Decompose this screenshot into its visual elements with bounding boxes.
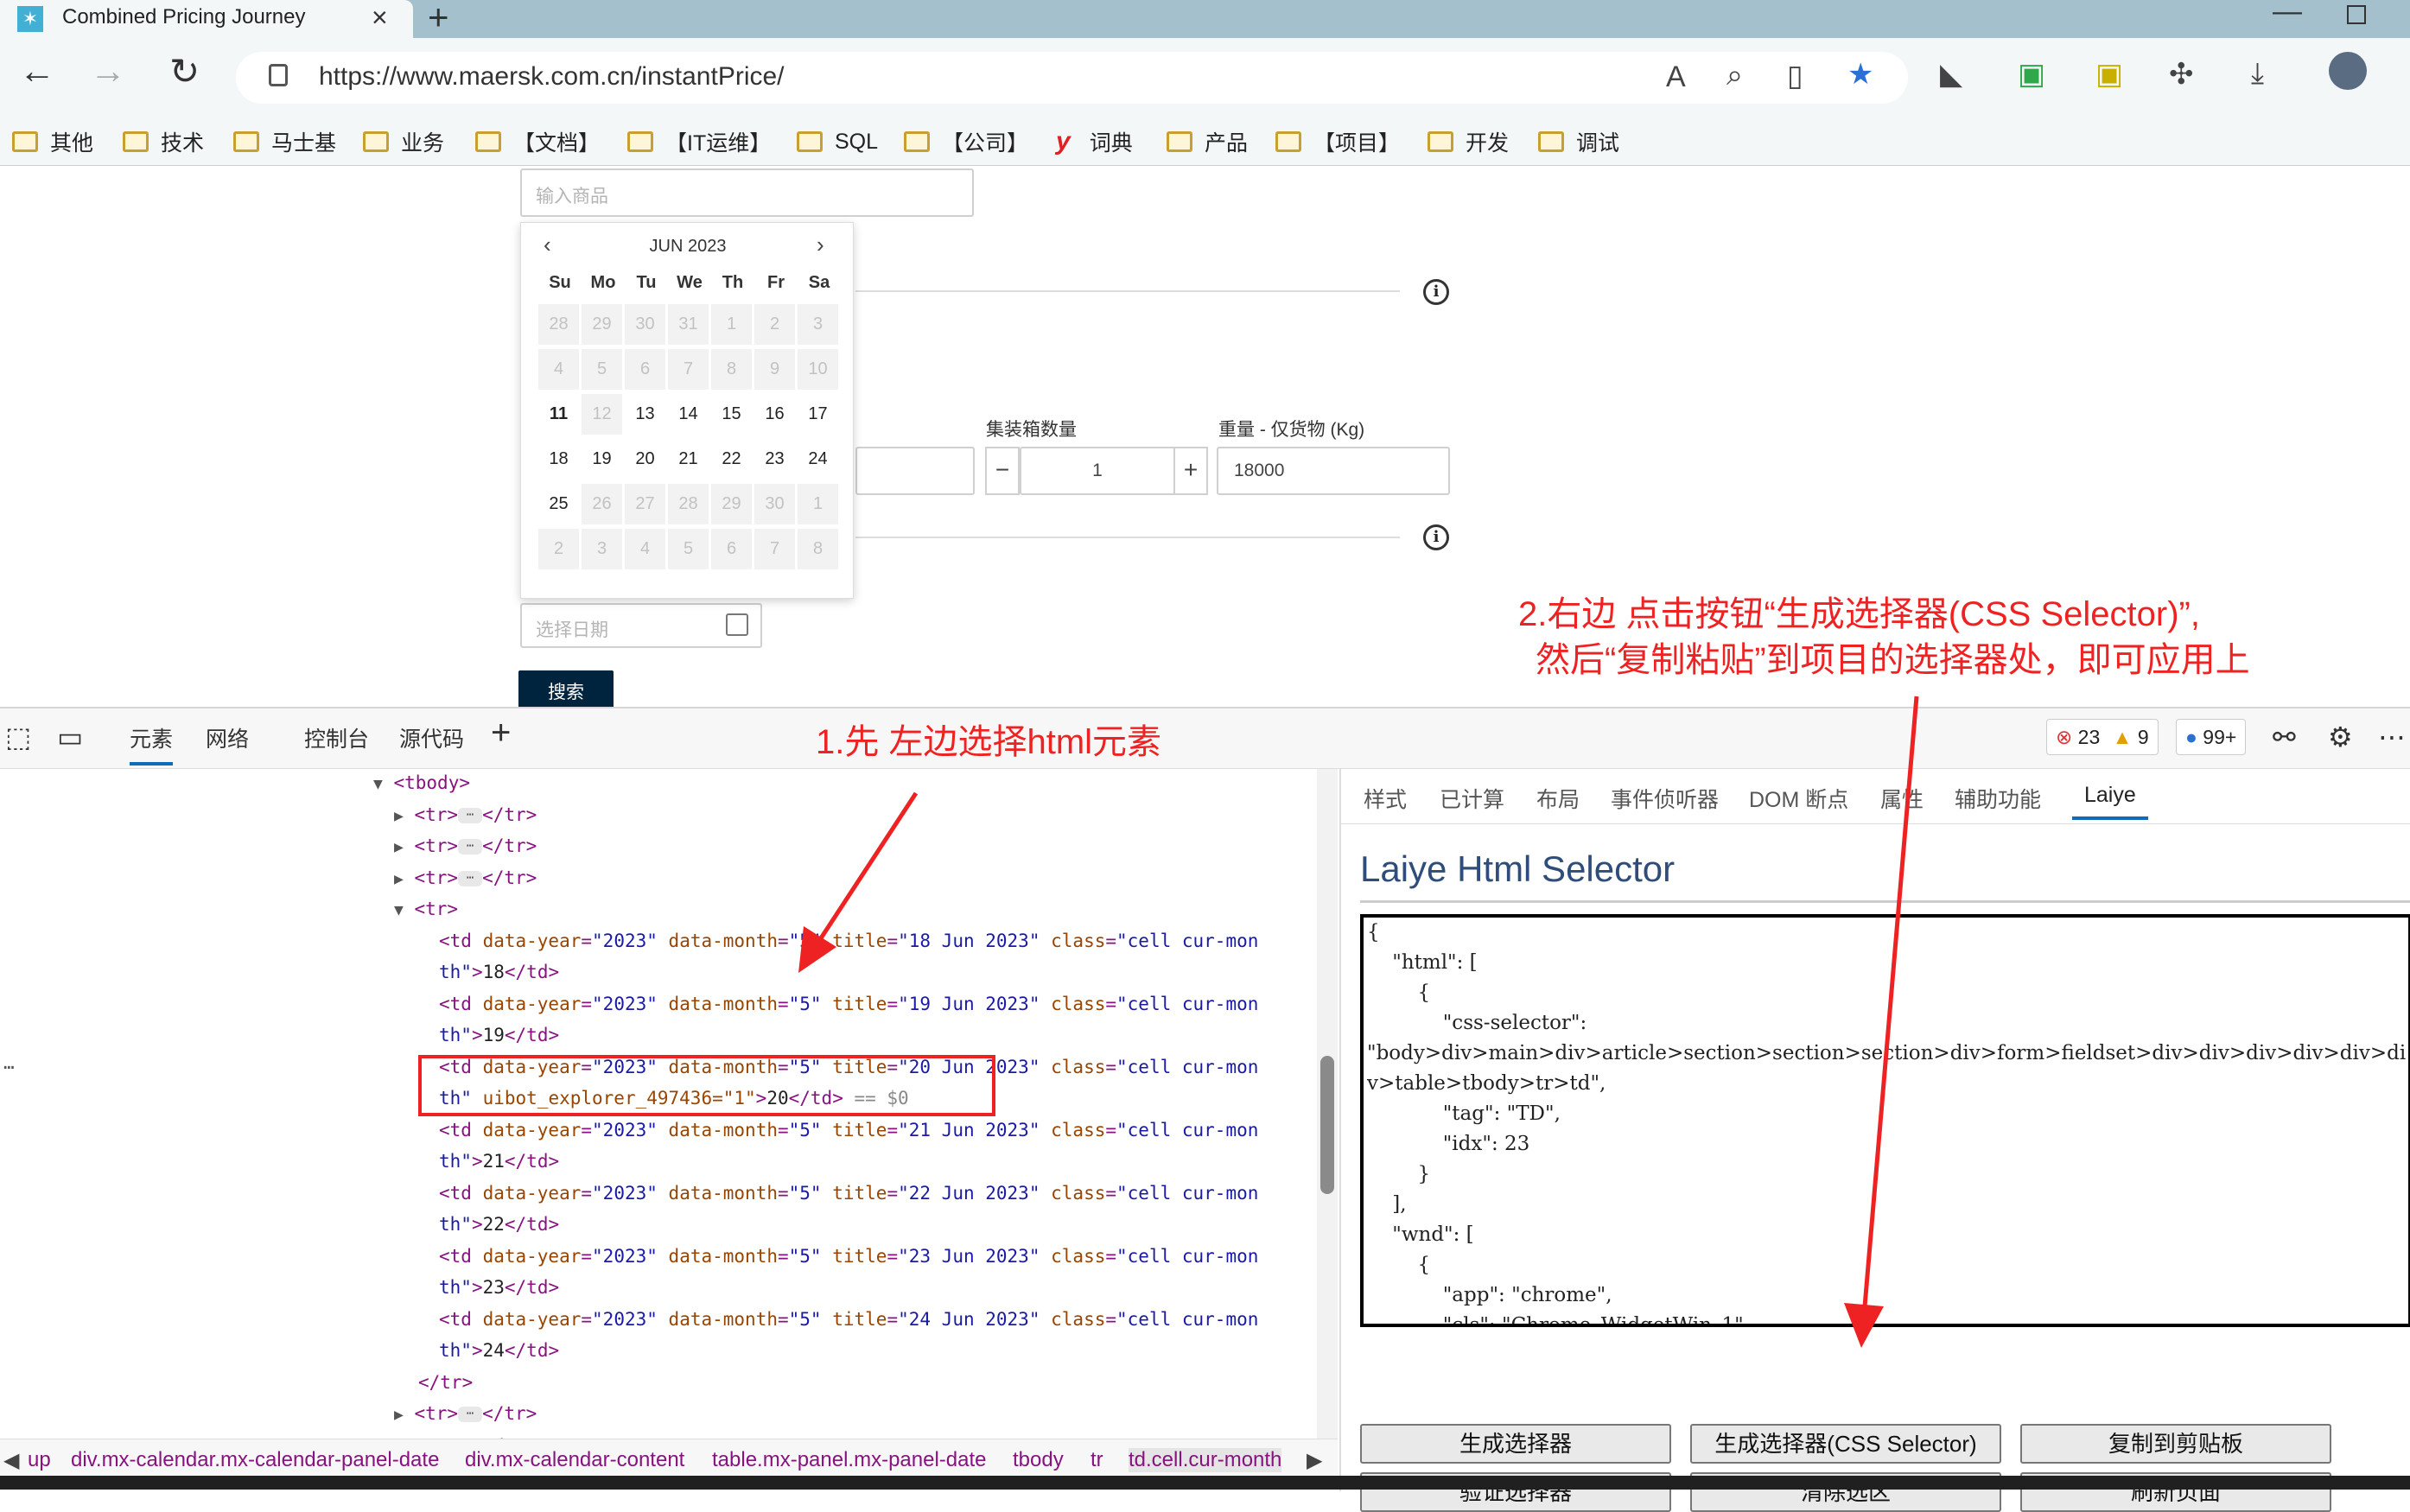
arrow-head xyxy=(1844,1303,1884,1348)
arrow-to-element xyxy=(815,791,919,945)
arrow-head xyxy=(798,926,836,973)
arrow-to-css-selector-button xyxy=(1862,696,1919,1307)
taskbar-strip xyxy=(0,1476,2410,1490)
annotation-arrows xyxy=(798,696,1919,1348)
